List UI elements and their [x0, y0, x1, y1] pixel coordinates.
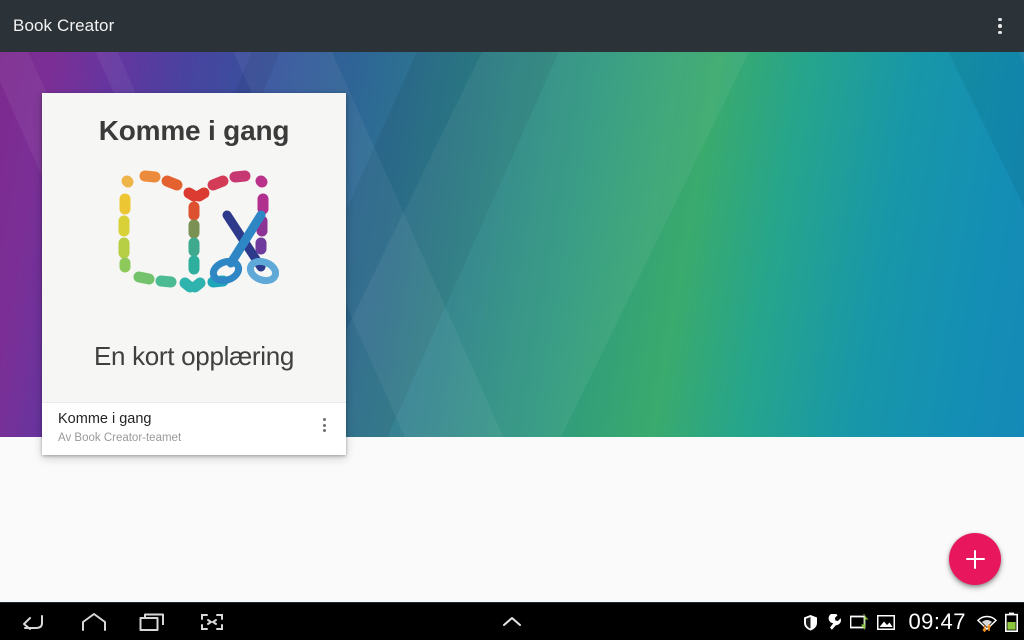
clock: 09:47 — [908, 609, 966, 634]
home-icon[interactable] — [70, 603, 118, 640]
book-card[interactable]: Komme i gang En kort opplæring Komme i g… — [42, 93, 346, 455]
back-arrow-icon[interactable] — [8, 603, 56, 640]
status-bar: 09:47 — [803, 603, 1018, 640]
plus-icon — [974, 549, 976, 569]
chevron-up-icon[interactable] — [488, 603, 536, 640]
recent-apps-icon[interactable] — [128, 603, 176, 640]
wallpaper-streak — [880, 52, 1024, 437]
image-icon — [877, 614, 896, 630]
app-title: Book Creator — [13, 16, 115, 35]
library-content: Komme i gang En kort opplæring Komme i g… — [0, 52, 1024, 602]
tablet-screen: Book Creator Komme i gang En kort opplær… — [0, 0, 1024, 640]
more-vert-icon[interactable] — [976, 0, 1024, 52]
add-book-button[interactable] — [949, 533, 1001, 585]
screenshot-icon[interactable] — [188, 603, 236, 640]
dot — [998, 17, 1002, 22]
shield-icon — [803, 614, 818, 631]
book-author: Av Book Creator-teamet — [58, 432, 182, 444]
dot — [998, 30, 1002, 35]
usb-debug-icon — [850, 614, 869, 630]
book-cover[interactable]: Komme i gang En kort opplæring — [42, 93, 346, 402]
dot — [998, 24, 1002, 28]
book-creator-logo — [109, 163, 280, 298]
wifi-icon — [977, 612, 997, 632]
dot — [322, 429, 326, 432]
cover-subtitle: En kort opplæring — [93, 341, 295, 371]
battery-icon — [1005, 612, 1018, 632]
book-card-footer: Komme i gang Av Book Creator-teamet — [42, 402, 346, 455]
app-bar: Book Creator — [0, 0, 1024, 52]
wrench-icon — [826, 613, 842, 631]
book-title: Komme i gang — [58, 411, 152, 427]
dot — [322, 423, 326, 427]
dot — [322, 418, 326, 421]
system-nav-bar: 09:47 — [0, 602, 1024, 640]
more-vert-icon[interactable] — [310, 409, 338, 441]
cover-title: Komme i gang — [98, 115, 290, 146]
